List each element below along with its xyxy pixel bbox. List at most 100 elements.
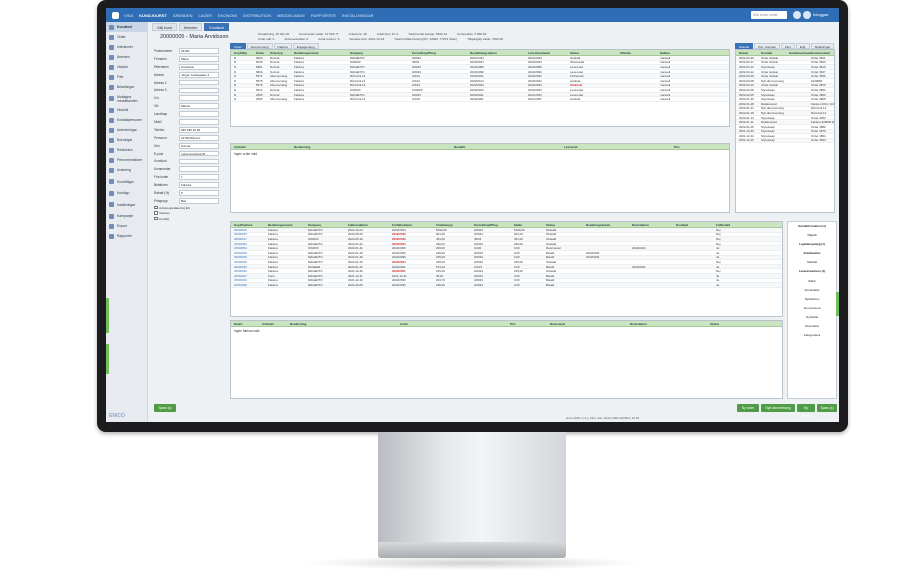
column-header[interactable]: Datum [736, 51, 758, 55]
user-menu[interactable]: Inloggad [813, 8, 828, 22]
column-header[interactable]: Förfallodatum [389, 223, 433, 227]
field-input[interactable] [179, 79, 219, 86]
section-link[interactable]: Tillgänk [788, 231, 836, 240]
column-header[interactable]: Källare [657, 51, 697, 55]
bell-icon[interactable] [793, 11, 801, 19]
sidebar-item-kundfragor[interactable]: Kundfrågor [106, 175, 147, 188]
section-link[interactable]: Statistik [788, 258, 836, 267]
collapse-handle[interactable] [836, 292, 839, 316]
sidebar-item-anteckningar[interactable]: Anteckningar [106, 125, 147, 135]
column-header[interactable]: Ordertyp [267, 51, 291, 55]
sidebar-item-order[interactable]: Order [106, 32, 147, 42]
sidebar-item-intentioner[interactable]: Intentioner [106, 42, 147, 52]
field-input[interactable] [179, 95, 219, 102]
sidebar-item-utskick[interactable]: Utskick [106, 62, 147, 72]
nav-item-ekonomi[interactable]: EKONOMI [218, 13, 237, 18]
column-header[interactable]: Period/kop/Pling [471, 223, 511, 227]
section-link[interactable]: Anonymisera [788, 304, 836, 313]
field-input[interactable] [179, 87, 219, 94]
sidebar-item-kundkort[interactable]: Kundkort [106, 22, 147, 32]
column-header[interactable]: Order [253, 51, 267, 55]
sidebar-item-prenumerationer[interactable]: Prenumerationer [106, 155, 147, 165]
nav-item-kundjourst[interactable]: KUNDJOURST [139, 13, 167, 18]
column-header[interactable]: Levererat [561, 145, 671, 149]
section-link[interactable]: Nyhetsbrev [788, 295, 836, 304]
section-link[interactable]: Skärk [788, 277, 836, 286]
field-input[interactable]: Faktura [179, 182, 219, 188]
save-customer-button[interactable]: Spara (s) [154, 404, 176, 412]
collapse-handle[interactable] [106, 344, 109, 374]
sidebar-item-filer[interactable]: Filer [106, 72, 147, 82]
column-header[interactable]: Returnerat [547, 322, 627, 326]
column-header[interactable]: Kommentarer [808, 51, 834, 55]
sidebar-item-kontaktpersoner[interactable]: Kontaktpersoner [106, 115, 147, 125]
save-button[interactable]: Spara (s) [817, 404, 837, 412]
sidebar-item-mottagna[interactable]: Mottagna meddelanden [106, 92, 147, 105]
field-input[interactable]: Maria [179, 55, 219, 62]
column-header[interactable]: Kopi/Faktura [231, 223, 265, 227]
column-header[interactable]: Kampanj [305, 223, 345, 227]
field-input[interactable]: Malmö [179, 103, 219, 110]
field-input[interactable]: 040 630 20 00 [179, 126, 219, 133]
section-link[interactable]: Kundmärke [788, 286, 836, 295]
column-header[interactable]: Betalningsmetod [265, 223, 305, 227]
sidebar-item-installningar[interactable]: Inställningar [106, 198, 147, 211]
column-header[interactable]: Benämning [287, 322, 397, 326]
sidebar-item-arenden[interactable]: Ärenden [106, 52, 147, 62]
sidebar-item-bokningar[interactable]: Bokningar [106, 135, 147, 145]
table-row[interactable]: 20001998 Faktura MAGENTO 2021-09-05 2022/203… [231, 283, 782, 288]
column-header[interactable]: Benämning [291, 145, 451, 149]
section-link[interactable]: Lojalitetspoäng (1) [788, 240, 836, 249]
field-input[interactable] [179, 111, 219, 117]
column-header[interactable]: Pris [507, 322, 547, 326]
sidebar-item-rapporter[interactable]: Rapporter [106, 231, 147, 241]
sidebar-item-export[interactable]: Export [106, 221, 147, 231]
section-link[interactable]: Nyckeltal [788, 313, 836, 322]
column-header[interactable]: Status [567, 51, 617, 55]
column-header[interactable]: Betalningsmetod [291, 51, 347, 55]
column-header[interactable]: Returdatum [629, 223, 673, 227]
column-header[interactable]: Fakturadatum [345, 223, 389, 227]
new-credit-button[interactable]: Ny kredit [797, 404, 815, 418]
field-input[interactable]: Jörgen Kocksgatan 4 [179, 71, 219, 78]
column-header[interactable]: Kreditad [673, 223, 713, 227]
checkbox-row[interactable]: Kund(f) [154, 216, 224, 222]
sidebar-item-avisering[interactable]: Avisering [106, 165, 147, 175]
nav-item-lager[interactable]: LAGER [198, 13, 212, 18]
checkbox[interactable] [154, 205, 158, 210]
sidebar-item-kundtyp[interactable]: Kundtyp [106, 188, 147, 198]
new-subscription-button[interactable]: Nytt abonnemang [761, 404, 795, 412]
section-link[interactable]: Kategorisera [788, 331, 836, 340]
sidebar-item-reskontra[interactable]: Reskontra [106, 145, 147, 155]
nav-item-arenden[interactable]: ÄRENDEN [173, 13, 193, 18]
sidebar-item-kampanjer[interactable]: Kampanjer [106, 211, 147, 221]
column-header[interactable]: Leveransdatum [525, 51, 567, 55]
table-row[interactable]: 2021-12-16 Styrelseap Order 1843 [736, 138, 834, 144]
column-header[interactable]: Status [707, 322, 777, 326]
field-input[interactable]: Kvinna [179, 142, 219, 149]
sidebar-item-historik[interactable]: Historik [106, 105, 147, 115]
user-icon[interactable] [803, 11, 811, 19]
section-link[interactable]: Kreditstatus [788, 249, 836, 258]
checkbox[interactable] [154, 211, 158, 215]
column-header[interactable]: Saldo [511, 223, 543, 227]
collapse-handle[interactable] [106, 298, 109, 333]
new-order-button[interactable]: Ny order [737, 404, 759, 412]
section-link[interactable]: Information [788, 322, 836, 331]
tab-kundkort[interactable]: Kundkort [204, 23, 229, 31]
global-search-input[interactable]: Sök kund, order [751, 11, 787, 19]
tab-valj-kund[interactable]: Välj kund [152, 23, 177, 31]
table-row[interactable]: N 2566 Abonnemang Faktura RÄ4 Ank.12 2/4/20 20… [231, 97, 729, 102]
section-link[interactable]: Kundinformation (1) [788, 222, 836, 231]
field-input[interactable]: maria.arvidsson@... [179, 150, 219, 157]
column-header[interactable]: Kopi/Skp [231, 51, 253, 55]
column-header[interactable]: Fullbetald [713, 223, 753, 227]
column-header[interactable]: Beställt [451, 145, 561, 149]
column-header[interactable]: Returdatum [627, 322, 707, 326]
column-header[interactable]: Status [543, 223, 583, 227]
column-header[interactable]: Radnr [231, 322, 259, 326]
column-header[interactable]: Period/kop/Pling [409, 51, 467, 55]
column-header[interactable]: Artikelnr [231, 145, 291, 149]
column-header[interactable]: Totalbelopp [433, 223, 471, 227]
tab-arenden[interactable]: Ärenden [178, 23, 203, 31]
